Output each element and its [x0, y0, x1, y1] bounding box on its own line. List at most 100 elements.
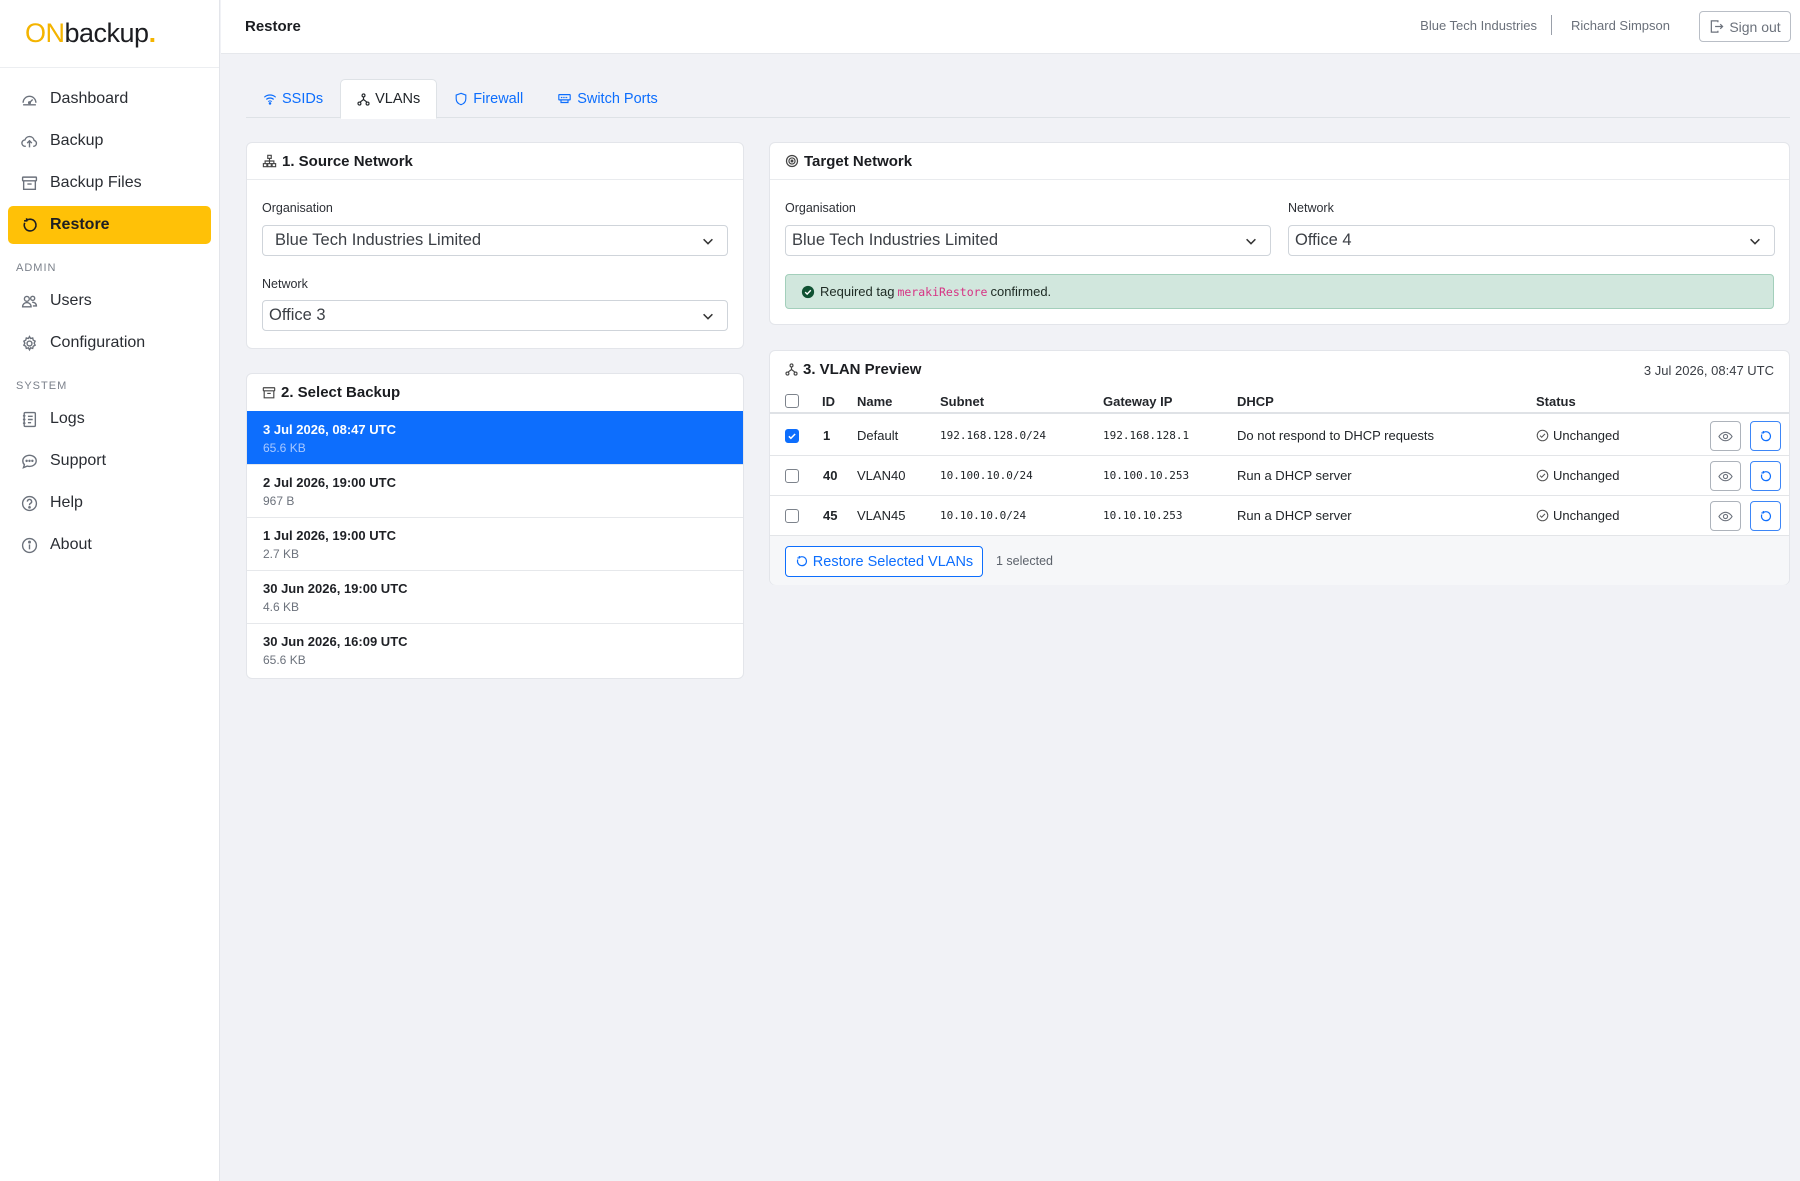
check-icon	[788, 432, 796, 439]
sidebar-item-about[interactable]: About	[8, 526, 211, 564]
source-network-value: Office 3	[269, 306, 326, 324]
dashboard-icon	[22, 95, 37, 106]
backup-list-item[interactable]: 30 Jun 2026, 19:00 UTC 4.6 KB	[247, 570, 743, 623]
sidebar-item-backup-files[interactable]: Backup Files	[8, 164, 211, 202]
target-network-select[interactable]: Office 4	[1288, 225, 1775, 256]
backup-size: 967 B	[263, 494, 295, 508]
source-network-title: 1. Source Network	[282, 152, 413, 170]
logo[interactable]: ONbackup.	[0, 0, 219, 68]
sidebar-item-restore[interactable]: Restore	[8, 206, 211, 244]
select-all-checkbox[interactable]	[785, 394, 799, 408]
column-header-gateway: Gateway IP	[1103, 393, 1173, 409]
restore-icon	[796, 555, 807, 567]
vlan-name: Default	[857, 428, 899, 443]
check-circle-icon	[801, 285, 815, 298]
target-icon	[785, 154, 799, 168]
sidebar-item-label: Restore	[50, 216, 110, 233]
backup-size: 65.6 KB	[263, 441, 306, 455]
chevron-down-icon	[1246, 238, 1256, 245]
backup-list-item[interactable]: 1 Jul 2026, 19:00 UTC 2.7 KB	[247, 517, 743, 570]
sidebar-item-logs[interactable]: Logs	[8, 400, 211, 438]
sidebar-item-support[interactable]: Support	[8, 442, 211, 480]
diagram-icon	[785, 363, 798, 376]
tab-label: Firewall	[473, 90, 524, 107]
sidebar: ONbackup. Dashboard Backup Backup Files …	[0, 0, 220, 1181]
restore-row-button[interactable]	[1750, 461, 1781, 491]
restore-row-button[interactable]	[1750, 421, 1781, 451]
vlan-preview-timestamp: 3 Jul 2026, 08:47 UTC	[1643, 363, 1774, 378]
sidebar-item-backup[interactable]: Backup	[8, 122, 211, 160]
alert-suffix: confirmed.	[990, 284, 1052, 299]
backup-date: 30 Jun 2026, 19:00 UTC	[263, 581, 408, 596]
table-row: 45 VLAN45 10.10.10.0/24 10.10.10.253 Run…	[770, 496, 1789, 536]
tab-label: SSIDs	[282, 90, 324, 107]
table-row: 1 Default 192.168.128.0/24 192.168.128.1…	[770, 416, 1789, 456]
check-circle-outline-icon	[1536, 469, 1549, 482]
backup-list-item[interactable]: 30 Jun 2026, 16:09 UTC 65.6 KB	[247, 623, 743, 676]
sidebar-item-label: Backup Files	[50, 174, 142, 191]
selected-count: 1 selected	[996, 554, 1053, 568]
sidebar-item-dashboard[interactable]: Dashboard	[8, 80, 211, 118]
restore-icon	[23, 217, 37, 232]
vlan-dhcp: Run a DHCP server	[1237, 468, 1352, 483]
vlan-table-header: ID Name Subnet Gateway IP DHCP Status	[770, 388, 1789, 414]
header-organisation: Blue Tech Industries	[1420, 18, 1537, 33]
logo-backup: backup	[64, 18, 150, 48]
backup-list-item[interactable]: 2 Jul 2026, 19:00 UTC 967 B	[247, 464, 743, 517]
logo-on: ON	[25, 18, 65, 48]
sidebar-item-configuration[interactable]: Configuration	[8, 324, 211, 362]
column-header-status: Status	[1536, 393, 1576, 409]
tab-ssids[interactable]: SSIDs	[246, 79, 340, 118]
vlan-id: 45	[823, 508, 838, 523]
target-network-label: Network	[1288, 201, 1334, 215]
vlan-gateway: 10.10.10.253	[1103, 509, 1183, 522]
tab-vlans[interactable]: VLANs	[340, 79, 438, 119]
target-organisation-value: Blue Tech Industries Limited	[792, 231, 999, 249]
view-button[interactable]	[1710, 461, 1741, 491]
vlan-dhcp: Run a DHCP server	[1237, 508, 1352, 523]
restore-row-button[interactable]	[1750, 501, 1781, 531]
system-section-label: SYSTEM	[16, 380, 68, 392]
restore-icon	[1760, 470, 1772, 481]
sidebar-item-label: Backup	[50, 132, 104, 149]
restore-icon	[1760, 510, 1772, 521]
source-network-header: 1. Source Network	[247, 143, 743, 180]
backup-list-item[interactable]: 3 Jul 2026, 08:47 UTC 65.6 KB	[247, 411, 743, 464]
sidebar-item-label: Configuration	[50, 334, 146, 351]
target-network-header: Target Network	[770, 143, 1789, 180]
column-header-dhcp: DHCP	[1237, 393, 1274, 409]
wifi-icon	[263, 93, 277, 105]
chat-icon	[22, 454, 37, 469]
restore-selected-vlans-button[interactable]: Restore Selected VLANs	[785, 546, 983, 577]
restore-tabs: SSIDs VLANs Firewall Switch Ports	[246, 79, 1790, 119]
vlan-preview-card: 3. VLAN Preview 3 Jul 2026, 08:47 UTC ID…	[769, 350, 1790, 585]
vlan-id: 1	[823, 428, 831, 443]
header-user: Richard Simpson	[1571, 18, 1670, 33]
sidebar-nav: Dashboard Backup Backup Files Restore AD…	[0, 68, 219, 576]
tab-label: Switch Ports	[577, 90, 658, 107]
row-checkbox[interactable]	[785, 508, 799, 523]
check-circle-outline-icon	[1536, 429, 1549, 442]
row-checkbox[interactable]	[785, 428, 799, 443]
tab-switch-ports[interactable]: Switch Ports	[540, 79, 675, 118]
target-organisation-select[interactable]: Blue Tech Industries Limited	[785, 225, 1271, 256]
view-button[interactable]	[1710, 421, 1741, 451]
vlan-status-label: Unchanged	[1553, 428, 1620, 443]
view-button[interactable]	[1710, 501, 1741, 531]
eye-icon	[1718, 471, 1733, 481]
vlan-status: Unchanged	[1536, 416, 1620, 455]
sidebar-item-users[interactable]: Users	[8, 282, 211, 320]
backup-size: 65.6 KB	[263, 653, 306, 667]
sign-out-button[interactable]: Sign out	[1699, 11, 1791, 42]
source-organisation-select[interactable]: Blue Tech Industries Limited	[262, 225, 728, 256]
shield-icon	[455, 92, 467, 105]
chevron-down-icon	[1750, 238, 1760, 245]
target-org-label: Organisation	[785, 201, 856, 215]
row-checkbox[interactable]	[785, 468, 799, 483]
logo-dot: .	[148, 18, 157, 48]
sidebar-item-help[interactable]: Help	[8, 484, 211, 522]
backup-date: 1 Jul 2026, 19:00 UTC	[263, 528, 396, 543]
tab-firewall[interactable]: Firewall	[437, 79, 540, 118]
source-org-label: Organisation	[262, 201, 333, 215]
source-network-select[interactable]: Office 3	[262, 300, 728, 331]
